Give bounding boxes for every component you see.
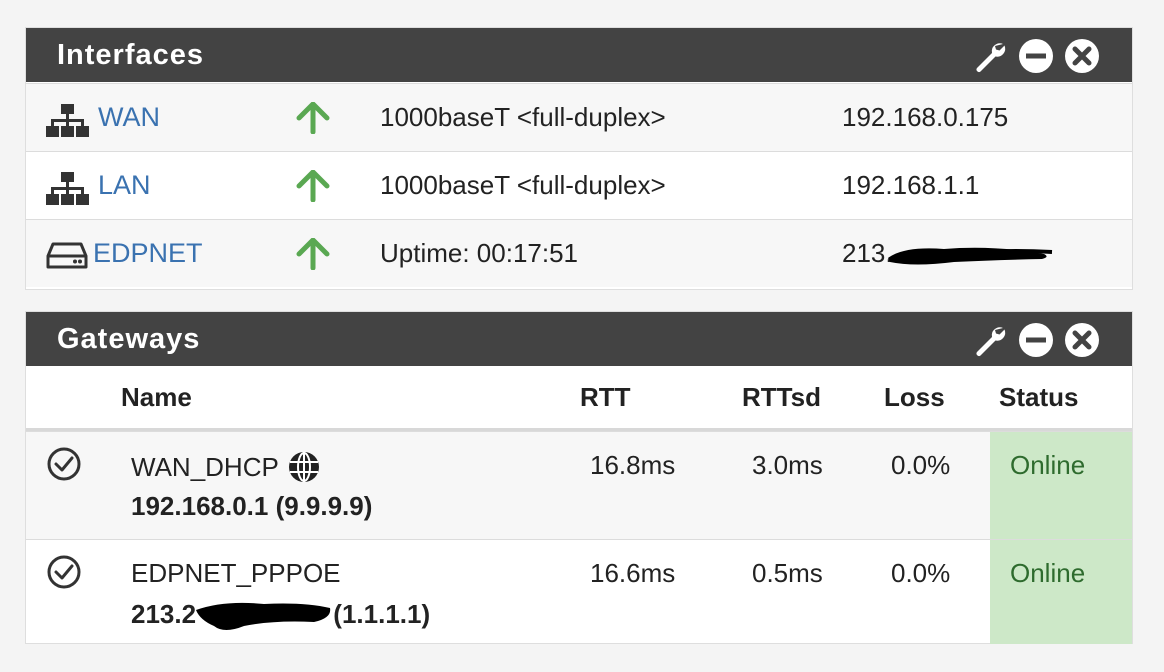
gateway-address: 192.168.0.1 (9.9.9.9) [131,491,373,521]
interface-link-edpnet[interactable]: EDPNET [93,220,203,287]
gateways-title: Gateways [57,323,201,355]
gateway-status: Online [1010,558,1086,588]
interface-row-lan: LAN 1000baseT <full-duplex> 192.168.1.1 [26,151,1132,219]
interface-ip: 192.168.1.1 [842,170,980,200]
close-icon[interactable] [1064,38,1100,74]
redaction-mark [196,602,331,630]
interface-media: 1000baseT <full-duplex> [380,102,666,132]
interface-ip: 192.168.0.175 [842,102,1009,132]
minimize-icon[interactable] [1018,322,1054,358]
interface-row-wan: WAN 1000baseT <full-duplex> 192.168.0.17… [26,83,1132,151]
network-icon [46,104,89,137]
check-circle-icon [47,555,81,589]
interfaces-header: Interfaces [26,28,1132,82]
interface-media: 1000baseT <full-duplex> [380,170,666,200]
gateway-loss: 0.0% [891,450,951,480]
gateway-row-edpnet-pppoe: EDPNET_PPPOE 213.2 (1.1.1.1) 16.6ms 0.5m… [26,539,1132,644]
gateway-rtt: 16.6ms [590,558,676,588]
column-header-rttsd: RTTsd [742,382,821,412]
check-circle-icon [47,447,81,481]
interface-row-edpnet: EDPNET Uptime: 00:17:51 213. [26,219,1132,287]
gateways-header: Gateways [26,312,1132,366]
gateway-name-text: EDPNET_PPPOE [131,558,341,588]
network-icon [46,172,89,205]
status-up-icon [296,170,330,202]
interfaces-title: Interfaces [57,39,205,71]
redaction-mark [888,247,1053,265]
gateway-address-suffix: (1.1.1.1) [326,599,431,629]
gateway-loss: 0.0% [891,558,951,588]
column-header-name: Name [121,382,192,412]
gateway-address-prefix: 213.2 [131,599,197,629]
gateway-name: EDPNET_PPPOE [131,558,341,589]
column-header-status: Status [999,382,1079,412]
gateway-rttsd: 3.0ms [752,450,823,480]
gateways-widget: Gateways Name RTT RTTsd Loss Status WAN_… [26,312,1132,644]
interface-link-wan[interactable]: WAN [98,84,160,151]
modem-icon [46,242,88,269]
gateways-table-header: Name RTT RTTsd Loss Status [26,366,1132,431]
gateway-rtt: 16.8ms [590,450,676,480]
gateway-status-cell: Online [990,540,1132,644]
gateway-row-wan-dhcp: WAN_DHCP 192.168.0.1 (9.9.9.9) 16.8ms 3.… [26,431,1132,540]
gateway-status: Online [1010,450,1086,480]
interfaces-tools [972,38,1100,74]
gateway-name: WAN_DHCP [131,450,321,484]
interface-link-lan[interactable]: LAN [98,152,151,219]
interface-media: Uptime: 00:17:51 [380,238,579,268]
close-icon[interactable] [1064,322,1100,358]
gateway-name-text: WAN_DHCP [131,451,279,482]
minimize-icon[interactable] [1018,38,1054,74]
wrench-icon[interactable] [972,38,1008,74]
gateway-rttsd: 0.5ms [752,558,823,588]
status-up-icon [296,102,330,134]
gateways-tools [972,322,1100,358]
column-header-rtt: RTT [580,382,631,412]
globe-icon [288,452,319,482]
column-header-loss: Loss [884,382,945,412]
interfaces-widget: Interfaces WAN 1000baseT <full-duplex> 1… [26,28,1132,289]
wrench-icon[interactable] [972,322,1008,358]
status-up-icon [296,238,330,270]
gateway-status-cell: Online [990,432,1132,540]
